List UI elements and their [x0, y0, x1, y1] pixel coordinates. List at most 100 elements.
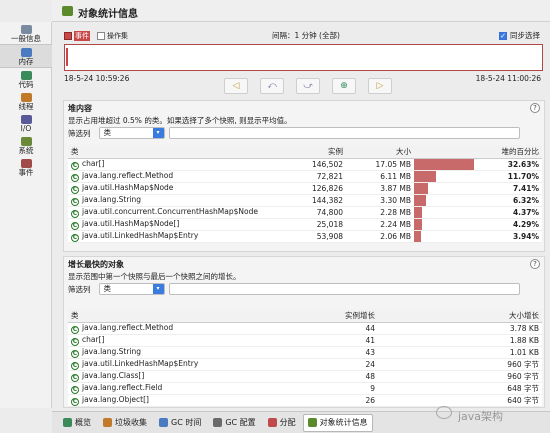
legend-events-swatch[interactable]	[64, 32, 72, 40]
table-row[interactable]: Cchar[] 146,502 17.05 MB 32.63%	[68, 158, 542, 171]
table-row[interactable]: Cjava.lang.reflect.Field 9 648 字节	[68, 382, 542, 395]
filter-column-value: 类	[103, 128, 112, 137]
heap-percent-cell: 6.32%	[474, 194, 542, 207]
sync-checkbox[interactable]: ✓	[499, 31, 507, 40]
heap-table: 类 实例 大小 堆的百分比 Cchar[] 146,502 17.05 MB 32.6…	[68, 145, 542, 243]
nav-left-button[interactable]: ◁	[224, 78, 248, 94]
class-name: java.util.HashMap$Node[]	[82, 219, 180, 228]
column-header-size[interactable]: 大小	[346, 145, 414, 159]
class-name-cell: Cjava.util.LinkedHashMap$Entry	[68, 358, 268, 371]
size-growth-cell: 1.88 KB	[378, 334, 542, 347]
table-row[interactable]: Cjava.util.LinkedHashMap$Entry 53,908 2.06…	[68, 230, 542, 243]
instance-growth-cell: 44	[268, 322, 378, 335]
size-cell: 2.24 MB	[346, 218, 414, 231]
class-name-cell: Cjava.util.HashMap$Node[]	[68, 218, 268, 231]
tab-gc-time[interactable]: GC 时间	[154, 414, 206, 432]
class-name-cell: Cjava.lang.String	[68, 194, 268, 207]
nav-select-all-button[interactable]: ⊕	[332, 78, 356, 94]
table-row[interactable]: Cchar[] 41 1.88 KB	[68, 334, 542, 347]
table-row[interactable]: Cjava.lang.String 43 1.01 KB	[68, 346, 542, 359]
column-header-heap-percent[interactable]: 堆的百分比	[474, 145, 542, 159]
heap-filter-input[interactable]	[168, 127, 520, 139]
class-icon: C	[71, 222, 79, 230]
sidebar-item[interactable]: I/O	[0, 112, 52, 134]
tab-gc-config[interactable]: GC 配置	[208, 414, 260, 432]
table-row[interactable]: Cjava.util.HashMap$Node 126,826 3.87 MB 7.4…	[68, 182, 542, 195]
instances-cell: 25,018	[268, 218, 346, 231]
heap-percent-cell: 7.41%	[474, 182, 542, 195]
class-icon: C	[71, 386, 79, 394]
sync-selection[interactable]: ✓ 同步选择	[499, 30, 540, 41]
filter-column-select[interactable]: 类 ▾	[98, 127, 165, 139]
memory-icon	[20, 48, 32, 57]
class-name: java.util.LinkedHashMap$Entry	[82, 359, 199, 368]
class-icon: C	[71, 186, 79, 194]
timeline-track[interactable]	[64, 44, 543, 71]
size-growth-cell: 960 字节	[378, 358, 542, 371]
table-row[interactable]: Cjava.lang.Class[] 48 960 字节	[68, 370, 542, 383]
column-header-class[interactable]: 类	[68, 145, 268, 159]
column-header-heap-bar[interactable]	[414, 145, 474, 159]
table-row[interactable]: Cjava.lang.reflect.Method 44 3.78 KB	[68, 322, 542, 335]
nav-zoom-in-button[interactable]: ⤻	[296, 78, 320, 94]
legend-events-label: 事件	[74, 31, 90, 41]
size-growth-cell: 648 字节	[378, 382, 542, 395]
sidebar-item[interactable]: 内存	[0, 44, 52, 68]
instances-cell: 146,502	[268, 158, 346, 171]
growth-heading: 增长最快的对象	[68, 260, 124, 269]
sidebar-item[interactable]: 线程	[0, 90, 52, 112]
class-name: java.util.HashMap$Node	[82, 183, 174, 192]
sidebar-item[interactable]: 事件	[0, 156, 52, 178]
help-icon[interactable]: ?	[530, 103, 540, 113]
legend-operations-swatch[interactable]	[97, 32, 105, 40]
sidebar-item[interactable]: 一般信息	[0, 22, 52, 44]
growth-filter-input[interactable]	[168, 283, 520, 295]
heap-percent-bar-cell	[414, 158, 474, 171]
tab-overview[interactable]: 概览	[58, 414, 96, 432]
timeline-selection-marker[interactable]	[66, 48, 68, 66]
nav-right-button[interactable]: ▷	[368, 78, 392, 94]
heap-description: 显示占用堆超过 0.5% 的类。如果选择了多个快照, 则显示平均值。	[68, 116, 292, 125]
class-name-cell: Cjava.util.LinkedHashMap$Entry	[68, 230, 268, 243]
class-name: java.lang.Class[]	[82, 371, 145, 380]
sidebar-item-label: 事件	[18, 168, 34, 177]
table-row[interactable]: Cjava.lang.String 144,382 3.30 MB 6.32%	[68, 194, 542, 207]
nav-zoom-out-button[interactable]: ⤺	[260, 78, 284, 94]
column-header-instances[interactable]: 实例	[268, 145, 346, 159]
tab-allocation[interactable]: 分配	[263, 414, 301, 432]
tab-label: 对象统计信息	[319, 418, 368, 427]
heap-percent-bar-cell	[414, 170, 474, 183]
class-icon: C	[71, 326, 79, 334]
column-header-class[interactable]: 类	[68, 309, 268, 323]
table-row[interactable]: Cjava.util.LinkedHashMap$Entry 24 960 字节	[68, 358, 542, 371]
heap-percent-cell: 4.37%	[474, 206, 542, 219]
sidebar-item-label: 代码	[18, 80, 34, 89]
table-row[interactable]: Cjava.util.HashMap$Node[] 25,018 2.24 MB 4.…	[68, 218, 542, 231]
class-name: java.lang.reflect.Field	[82, 383, 163, 392]
size-growth-cell: 1.01 KB	[378, 346, 542, 359]
table-row[interactable]: Cjava.lang.reflect.Method 72,821 6.11 MB 11…	[68, 170, 542, 183]
sidebar: 一般信息 内存代码 线程 I/O 系统事件	[0, 22, 52, 408]
class-icon: C	[71, 398, 79, 406]
app-window: 对象统计信息 一般信息 内存 代码 线程 I/O 系统 事件 事件 操作集 间隔：1 分钟 …	[0, 0, 550, 433]
filter-column-select[interactable]: 类 ▾	[98, 283, 165, 295]
class-icon: C	[71, 234, 79, 242]
tab-gc[interactable]: 垃圾收集	[98, 414, 152, 432]
table-row[interactable]: Cjava.util.concurrent.ConcurrentHashMap$…	[68, 206, 542, 219]
size-cell: 2.06 MB	[346, 230, 414, 243]
heap-percent-bar	[414, 219, 422, 230]
class-name: java.lang.String	[82, 195, 142, 204]
column-header-size-growth[interactable]: 大小增长	[378, 309, 542, 323]
object-stats-icon	[62, 6, 73, 16]
timeline-nav: ◁ ⤺ ⤻ ⊕ ▷	[224, 78, 392, 94]
table-row[interactable]: Cjava.lang.Object[] 26 640 字节	[68, 394, 542, 407]
tab-object-stats[interactable]: 对象统计信息	[302, 413, 373, 432]
growth-table: 类 实例增长 大小增长 Cjava.lang.reflect.Method 44 3…	[68, 309, 542, 407]
heap-percent-cell: 32.63%	[474, 158, 542, 171]
help-icon[interactable]: ?	[530, 259, 540, 269]
sidebar-item-label: 一般信息	[11, 34, 41, 43]
column-header-instance-growth[interactable]: 实例增长	[268, 309, 378, 323]
page-title: 对象统计信息	[78, 9, 138, 20]
sidebar-item[interactable]: 代码	[0, 68, 52, 90]
sidebar-item[interactable]: 系统	[0, 134, 52, 156]
